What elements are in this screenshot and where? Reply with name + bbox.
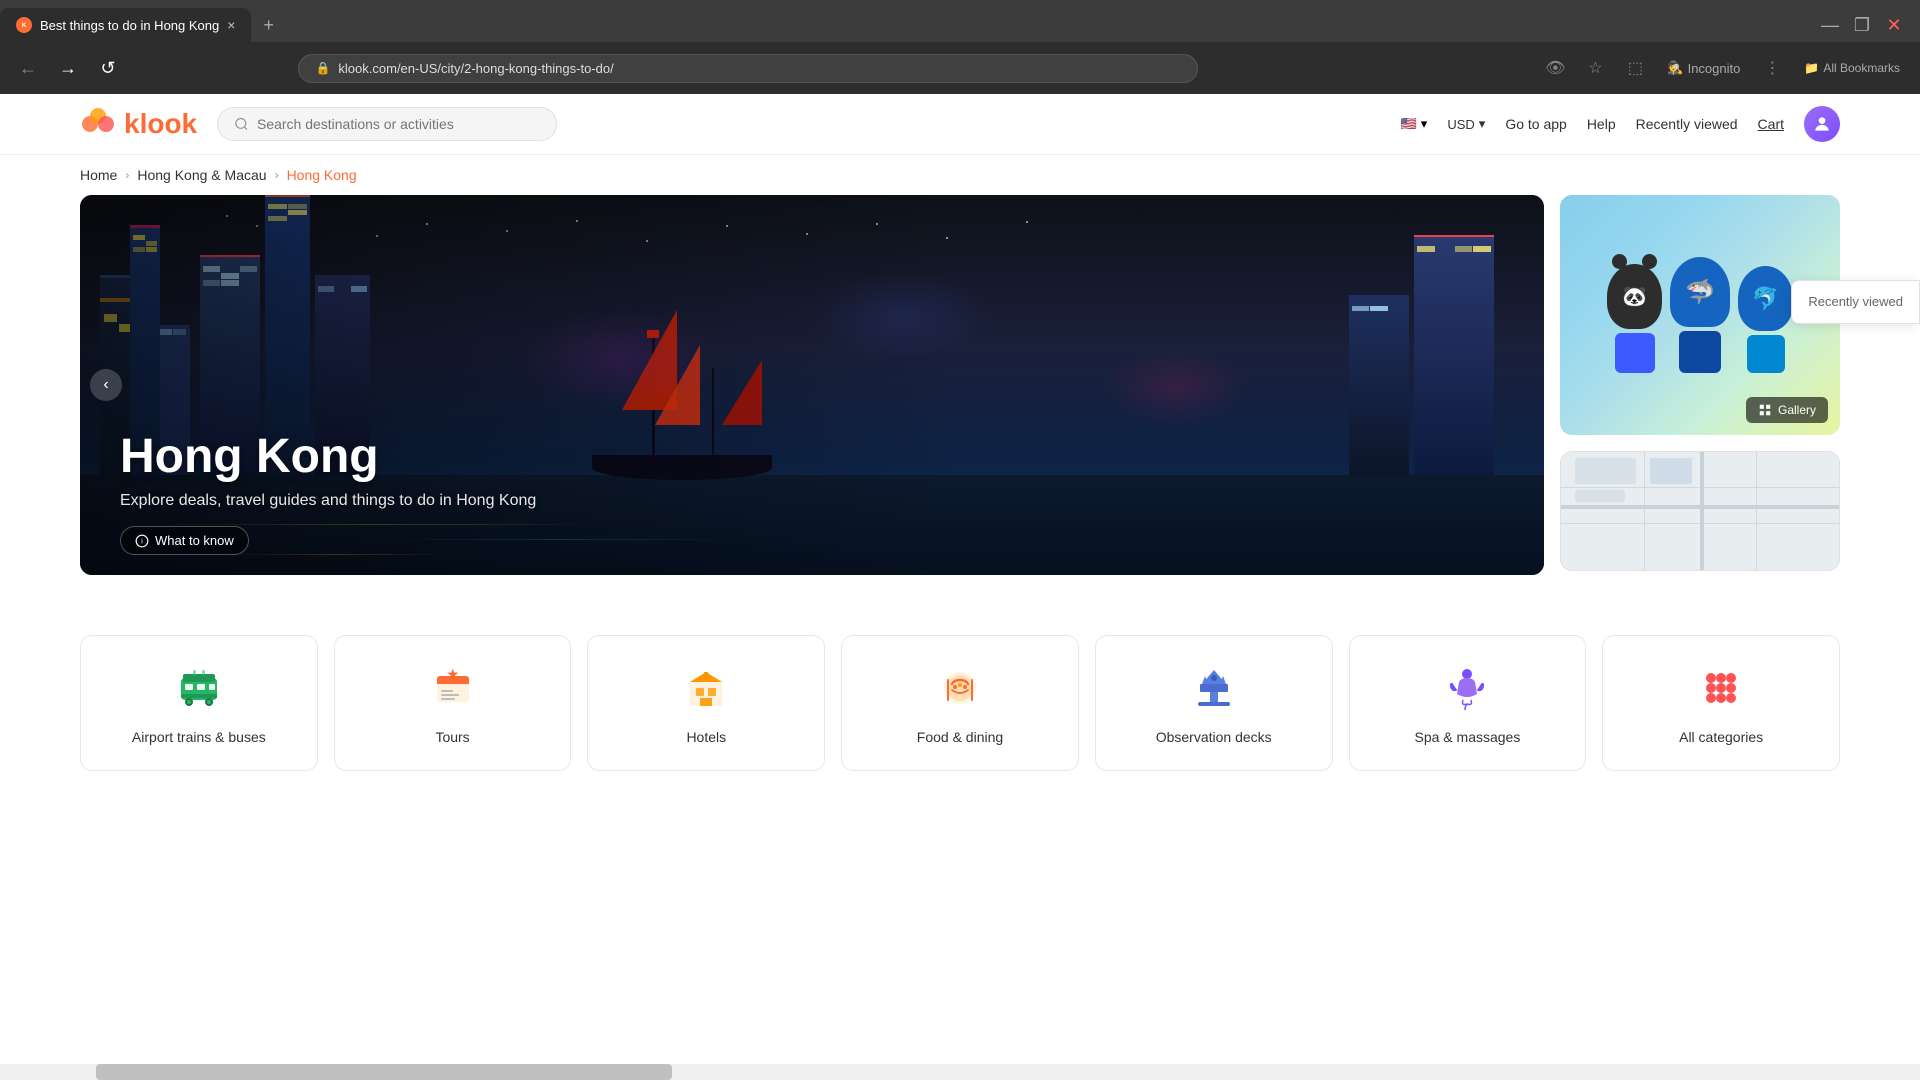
category-icon-hotels xyxy=(678,660,734,716)
hero-main-image: Hong Kong Explore deals, travel guides a… xyxy=(80,195,1544,575)
back-button[interactable]: ← xyxy=(12,52,44,84)
page-content: klook 🇺🇸 ▾ USD ▾ Go to app Help Recently… xyxy=(0,94,1920,811)
gallery-button[interactable]: Gallery xyxy=(1746,397,1828,423)
tab-title: Best things to do in Hong Kong xyxy=(40,18,219,33)
scrollbar-thumb[interactable] xyxy=(96,1064,672,1080)
category-label-food: Food & dining xyxy=(917,728,1003,746)
category-card-spa[interactable]: Spa & massages xyxy=(1349,635,1587,771)
bookmarks-label: All Bookmarks xyxy=(1823,61,1900,75)
incognito-icon: 🕵 xyxy=(1667,60,1683,76)
browser-chrome: K Best things to do in Hong Kong × + — ❐… xyxy=(0,0,1920,94)
user-avatar[interactable] xyxy=(1804,106,1840,142)
search-input[interactable] xyxy=(257,116,540,132)
category-icon-tours xyxy=(425,660,481,716)
what-to-know-button[interactable]: i What to know xyxy=(120,526,249,555)
gallery-icon xyxy=(1758,403,1772,417)
currency-label: USD xyxy=(1447,117,1474,132)
what-to-know-label: What to know xyxy=(155,533,234,548)
categories-grid: Airport trains & buses Tou xyxy=(80,635,1840,771)
category-card-food[interactable]: Food & dining xyxy=(841,635,1079,771)
cart-link[interactable]: Cart xyxy=(1758,116,1784,132)
category-icon-all xyxy=(1693,660,1749,716)
hero-content: Hong Kong Explore deals, travel guides a… xyxy=(80,389,1544,575)
breadcrumb-sep-2: › xyxy=(275,168,279,182)
category-label-all: All categories xyxy=(1679,728,1763,746)
gallery-label: Gallery xyxy=(1778,403,1816,417)
svg-text:i: i xyxy=(141,538,143,545)
browser-tabs: K Best things to do in Hong Kong × + — ❐… xyxy=(0,0,1920,42)
hero-subtitle: Explore deals, travel guides and things … xyxy=(120,492,1504,510)
browser-toolbar: ← → ↺ 🔒 klook.com/en-US/city/2-hong-kong… xyxy=(0,42,1920,94)
category-card-airport-trains[interactable]: Airport trains & buses xyxy=(80,635,318,771)
go-to-app-link[interactable]: Go to app xyxy=(1505,116,1567,132)
address-bar[interactable]: 🔒 klook.com/en-US/city/2-hong-kong-thing… xyxy=(298,54,1198,83)
svg-text:K: K xyxy=(22,23,27,29)
category-label-airport-trains: Airport trains & buses xyxy=(132,728,266,746)
scrollbar[interactable] xyxy=(0,1064,1920,1080)
flag-icon: 🇺🇸 xyxy=(1401,116,1417,132)
recently-viewed-panel[interactable]: Recently viewed xyxy=(1791,280,1920,324)
new-tab-button[interactable]: + xyxy=(251,11,286,40)
nav-right: 🇺🇸 ▾ USD ▾ Go to app Help Recently viewe… xyxy=(1401,106,1840,142)
maximize-button[interactable]: ❐ xyxy=(1848,11,1876,39)
help-link[interactable]: Help xyxy=(1587,116,1616,132)
breadcrumb-sep-1: › xyxy=(125,168,129,182)
category-label-hotels: Hotels xyxy=(686,728,726,746)
category-card-observation[interactable]: Observation decks xyxy=(1095,635,1333,771)
logo-link[interactable]: klook xyxy=(80,106,197,142)
site-navigation: klook 🇺🇸 ▾ USD ▾ Go to app Help Recently… xyxy=(0,94,1920,155)
tab-close-button[interactable]: × xyxy=(227,17,235,33)
sidepanel-button[interactable]: ⬚ xyxy=(1619,52,1651,84)
menu-button[interactable]: ⋮ xyxy=(1756,52,1788,84)
hero-city-name: Hong Kong xyxy=(120,429,1504,484)
tab-favicon: K xyxy=(16,17,32,33)
breadcrumb-home[interactable]: Home xyxy=(80,167,117,183)
currency-arrow: ▾ xyxy=(1479,116,1486,132)
category-icon-bus xyxy=(171,660,227,716)
breadcrumb-current: Hong Kong xyxy=(287,167,357,183)
language-selector[interactable]: 🇺🇸 ▾ xyxy=(1401,116,1428,132)
info-icon: i xyxy=(135,534,149,548)
category-label-observation: Observation decks xyxy=(1156,728,1272,746)
browser-tab-active[interactable]: K Best things to do in Hong Kong × xyxy=(0,8,251,42)
all-bookmarks-button[interactable]: 📁 All Bookmarks xyxy=(1796,57,1908,79)
star-button[interactable]: ☆ xyxy=(1579,52,1611,84)
forward-button[interactable]: → xyxy=(52,52,84,84)
refresh-button[interactable]: ↺ xyxy=(92,52,124,84)
incognito-badge[interactable]: 🕵 Incognito xyxy=(1659,56,1748,80)
incognito-label: Incognito xyxy=(1688,61,1741,76)
breadcrumb-region[interactable]: Hong Kong & Macau xyxy=(137,167,266,183)
hero-section: Hong Kong Explore deals, travel guides a… xyxy=(0,195,1920,575)
flag-arrow: ▾ xyxy=(1421,116,1428,132)
recently-viewed-link[interactable]: Recently viewed xyxy=(1636,116,1738,132)
hero-prev-button[interactable]: ‹ xyxy=(90,369,122,401)
categories-section: Airport trains & buses Tou xyxy=(0,615,1920,811)
search-icon xyxy=(234,116,249,132)
category-icon-food xyxy=(932,660,988,716)
search-bar[interactable] xyxy=(217,107,557,141)
category-icon-spa xyxy=(1439,660,1495,716)
breadcrumb: Home › Hong Kong & Macau › Hong Kong xyxy=(0,155,1920,195)
currency-selector[interactable]: USD ▾ xyxy=(1447,116,1485,132)
close-window-button[interactable]: ✕ xyxy=(1880,11,1908,39)
category-card-all[interactable]: All categories xyxy=(1602,635,1840,771)
logo-icon xyxy=(80,106,116,142)
map-thumbnail[interactable]: 📍 xyxy=(1560,451,1840,571)
hero-sidebar: 🐼 🦈 🐬 xyxy=(1560,195,1840,575)
category-icon-observation xyxy=(1186,660,1242,716)
category-card-hotels[interactable]: Hotels xyxy=(587,635,825,771)
security-icon: 🔒 xyxy=(315,61,330,75)
gallery-characters: 🐼 🦈 🐬 xyxy=(1587,237,1813,393)
vision-icon-button[interactable]: 👁 xyxy=(1539,52,1571,84)
logo-text: klook xyxy=(124,108,197,140)
category-label-tours: Tours xyxy=(435,728,469,746)
recently-viewed-label: Recently viewed xyxy=(1808,294,1903,309)
window-controls: — ❐ ✕ xyxy=(1816,11,1920,39)
url-text: klook.com/en-US/city/2-hong-kong-things-… xyxy=(338,61,613,76)
browser-toolbar-right: 👁 ☆ ⬚ 🕵 Incognito ⋮ 📁 All Bookmarks xyxy=(1539,52,1908,84)
category-label-spa: Spa & massages xyxy=(1415,728,1521,746)
bookmarks-icon: 📁 xyxy=(1804,61,1819,75)
category-card-tours[interactable]: Tours xyxy=(334,635,572,771)
minimize-button[interactable]: — xyxy=(1816,11,1844,39)
